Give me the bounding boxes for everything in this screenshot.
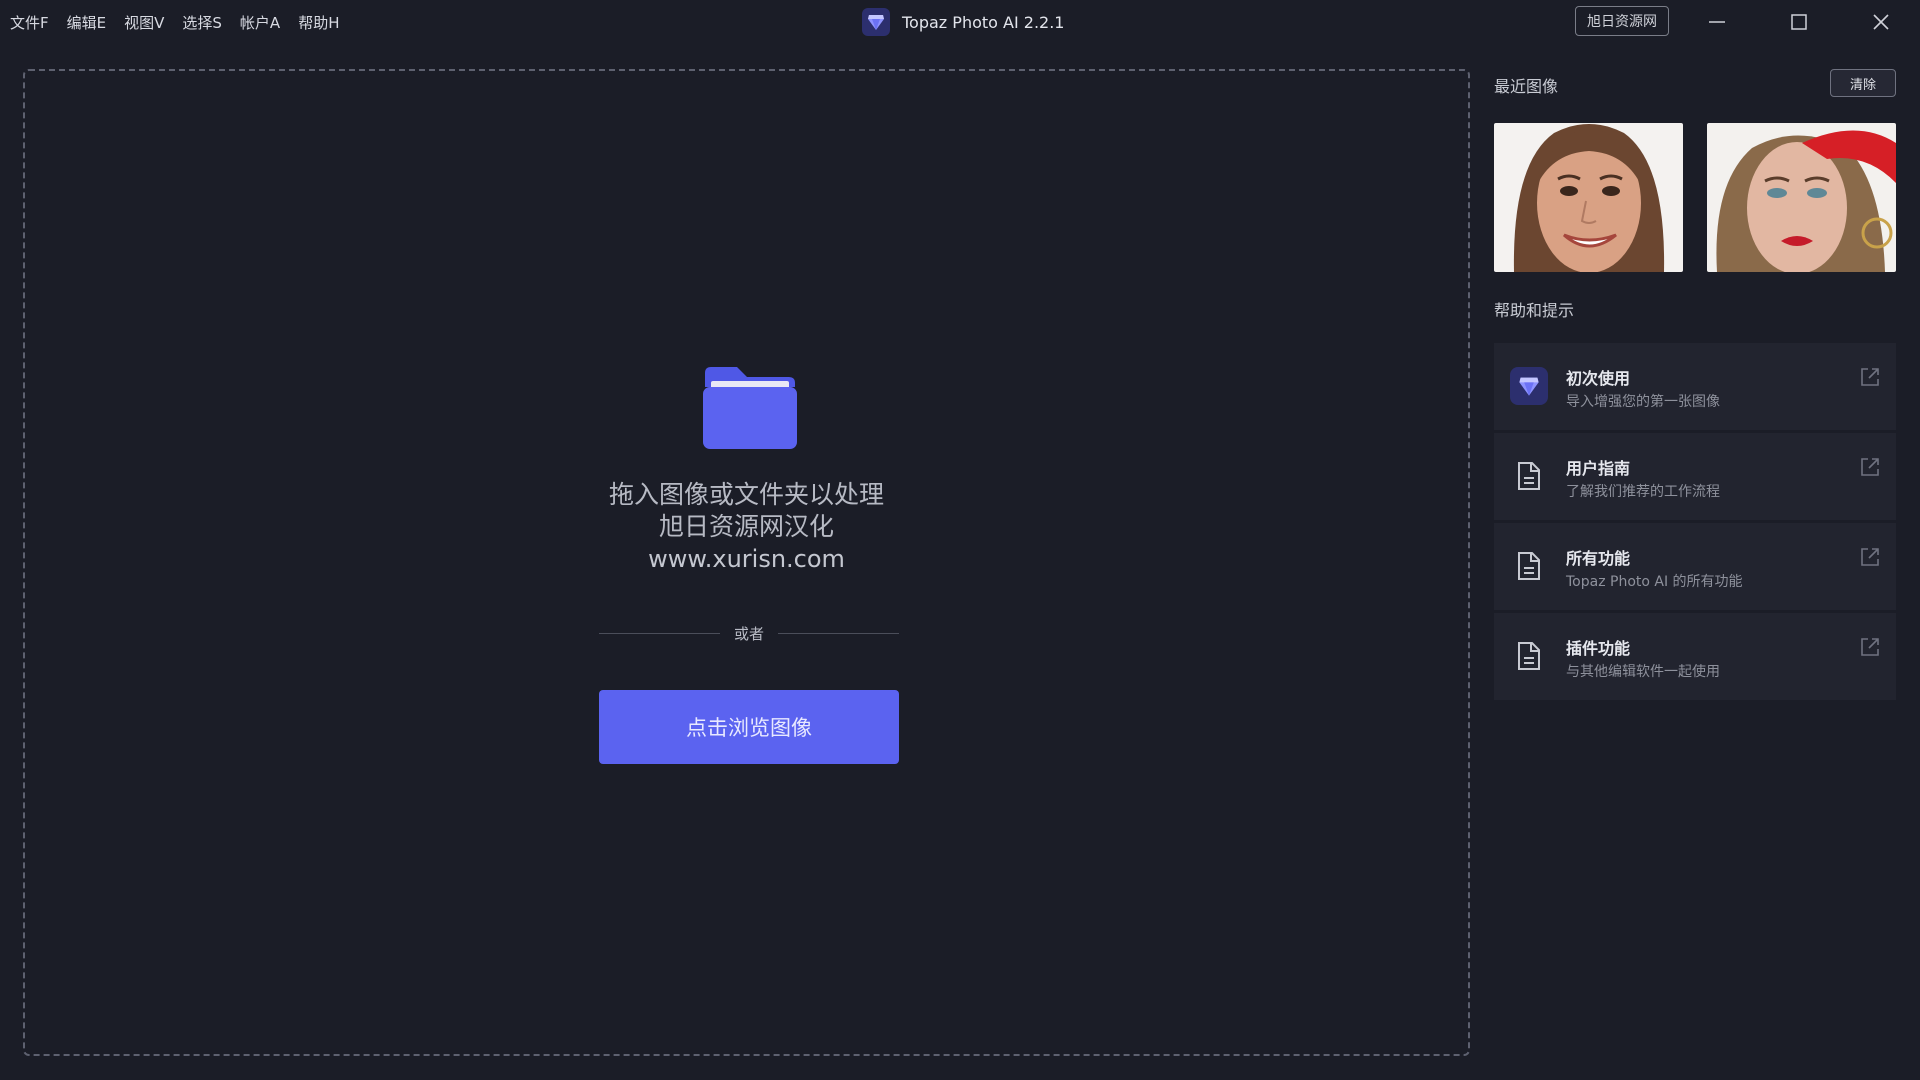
maximize-icon xyxy=(1791,14,1807,30)
brand-box: 旭日资源网 xyxy=(1575,6,1669,36)
menu-bar: 文件F 编辑E 视图V 选择S 帐户A 帮助H xyxy=(10,0,339,44)
portrait-woman-red-beret-image xyxy=(1707,123,1896,272)
external-link-icon xyxy=(1861,458,1879,476)
app-title-area: Topaz Photo AI 2.2.1 xyxy=(862,6,1064,38)
help-card-subtitle: Topaz Photo AI 的所有功能 xyxy=(1566,574,1743,590)
menu-file[interactable]: 文件F xyxy=(10,12,49,33)
external-link-icon xyxy=(1861,548,1879,566)
recent-image-thumbnail[interactable] xyxy=(1494,123,1683,272)
minimize-icon xyxy=(1709,21,1725,23)
drop-instruction-line1: 拖入图像或文件夹以处理 xyxy=(608,480,884,509)
maximize-button[interactable] xyxy=(1774,4,1824,40)
drop-instruction-url: www.xurisn.com xyxy=(648,545,845,573)
help-card-getting-started[interactable]: 初次使用 导入增强您的第一张图像 xyxy=(1494,343,1896,430)
help-card-subtitle: 了解我们推荐的工作流程 xyxy=(1566,484,1720,500)
or-text: 或者 xyxy=(734,624,765,643)
document-icon xyxy=(1510,457,1548,495)
folder-icon xyxy=(703,367,797,449)
clear-recent-button[interactable]: 清除 xyxy=(1830,69,1896,97)
help-card-title: 初次使用 xyxy=(1566,369,1631,388)
image-drop-zone[interactable]: 拖入图像或文件夹以处理 旭日资源网汉化 www.xurisn.com 或者 点击… xyxy=(23,69,1470,1056)
menu-edit[interactable]: 编辑E xyxy=(67,12,106,33)
recent-images-label: 最近图像 xyxy=(1494,77,1559,96)
drop-zone-content: 拖入图像或文件夹以处理 旭日资源网汉化 www.xurisn.com 或者 点击… xyxy=(25,71,1468,1054)
external-link-icon xyxy=(1861,638,1879,656)
drop-instructions: 拖入图像或文件夹以处理 旭日资源网汉化 www.xurisn.com xyxy=(25,479,1468,575)
app-title: Topaz Photo AI 2.2.1 xyxy=(902,12,1065,32)
drop-instruction-line2: 旭日资源网汉化 xyxy=(658,512,834,541)
menu-select[interactable]: 选择S xyxy=(182,12,222,33)
divider-line xyxy=(599,632,720,634)
title-bar: 文件F 编辑E 视图V 选择S 帐户A 帮助H Topaz Photo AI 2… xyxy=(0,0,1920,44)
help-card-user-guide[interactable]: 用户指南 了解我们推荐的工作流程 xyxy=(1494,433,1896,520)
help-card-title: 插件功能 xyxy=(1566,639,1631,658)
external-link-icon xyxy=(1861,368,1879,386)
close-icon xyxy=(1873,14,1889,30)
menu-view[interactable]: 视图V xyxy=(124,12,164,33)
close-button[interactable] xyxy=(1856,4,1906,40)
help-card-plugins[interactable]: 插件功能 与其他编辑软件一起使用 xyxy=(1494,613,1896,700)
or-divider: 或者 xyxy=(599,623,900,643)
menu-account[interactable]: 帐户A xyxy=(240,12,280,33)
topaz-logo-icon xyxy=(862,8,890,36)
help-card-subtitle: 导入增强您的第一张图像 xyxy=(1566,394,1720,410)
menu-help[interactable]: 帮助H xyxy=(298,12,339,33)
document-icon xyxy=(1510,637,1548,675)
help-card-title: 用户指南 xyxy=(1566,459,1631,478)
help-card-subtitle: 与其他编辑软件一起使用 xyxy=(1566,664,1720,680)
divider-line xyxy=(778,632,900,634)
browse-images-button[interactable]: 点击浏览图像 xyxy=(599,690,899,764)
help-card-title: 所有功能 xyxy=(1566,549,1631,568)
recent-image-thumbnail[interactable] xyxy=(1707,123,1896,272)
document-icon xyxy=(1510,547,1548,585)
help-tips-label: 帮助和提示 xyxy=(1494,301,1575,320)
minimize-button[interactable] xyxy=(1692,4,1742,40)
portrait-smiling-woman-image xyxy=(1494,123,1683,272)
help-card-all-features[interactable]: 所有功能 Topaz Photo AI 的所有功能 xyxy=(1494,523,1896,610)
topaz-logo-icon xyxy=(1510,367,1548,405)
